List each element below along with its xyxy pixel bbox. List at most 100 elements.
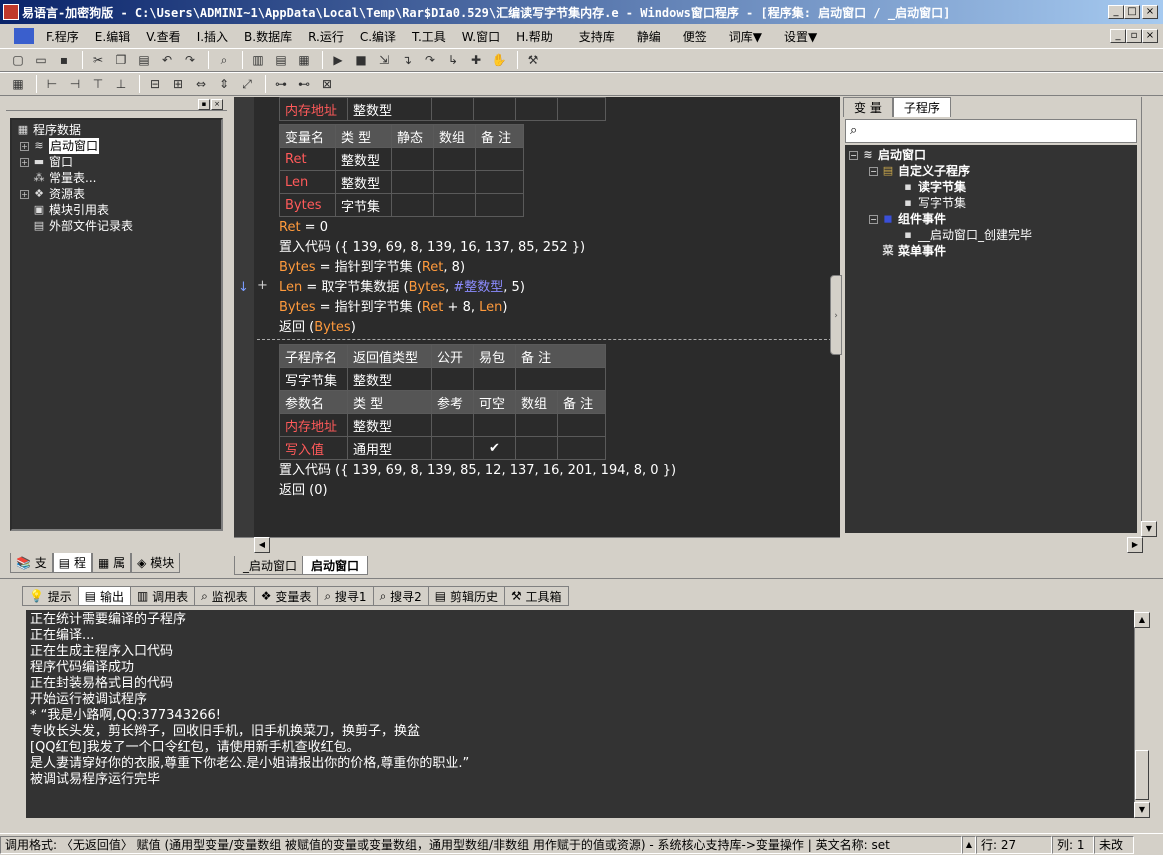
space-v-icon[interactable]: ⊷ xyxy=(294,74,314,94)
collapse-icon[interactable]: − xyxy=(849,150,858,160)
same-size-icon[interactable]: ⤢ xyxy=(237,74,257,94)
var-name-cell[interactable]: Bytes xyxy=(279,193,336,217)
tab-modules[interactable]: ◈ 模块 xyxy=(131,553,181,573)
find-icon[interactable]: ⌕ xyxy=(214,50,234,70)
code-line-current[interactable]: Len = 取字节集数据 (Bytes, #整数型, 5) xyxy=(279,278,525,298)
center-h-icon[interactable]: ⊟ xyxy=(145,74,165,94)
stop-icon[interactable]: ■ xyxy=(351,50,371,70)
undo-icon[interactable]: ↶ xyxy=(157,50,177,70)
open-icon[interactable]: ▭ xyxy=(31,50,51,70)
table-row[interactable]: Len 整数型 xyxy=(279,170,524,194)
output-scroll-thumb[interactable] xyxy=(1135,750,1149,800)
tab-watch[interactable]: ⌕ 监视表 xyxy=(194,586,255,606)
tab-properties[interactable]: ▦ 属 xyxy=(91,553,132,573)
table-row[interactable]: 写入值 通用型 ✔ xyxy=(279,436,606,460)
menu-help[interactable]: H.帮助 xyxy=(508,28,561,45)
menu-database[interactable]: B.数据库 xyxy=(236,28,300,45)
var-name-cell[interactable]: Ret xyxy=(279,147,336,171)
tree-node-component-events[interactable]: − ◼ 组件事件 xyxy=(845,211,1137,227)
save-icon[interactable]: ▪ xyxy=(54,50,74,70)
align-grid-icon[interactable]: ▦ xyxy=(8,74,28,94)
tab-clip-history[interactable]: ▤ 剪辑历史 xyxy=(427,586,505,606)
tab-support[interactable]: 📚 支 xyxy=(10,553,53,573)
tab-variable-table[interactable]: ❖ 变量表 xyxy=(253,586,319,606)
code-line[interactable]: 返回 (Bytes) xyxy=(279,318,356,338)
same-width-icon[interactable]: ⇔ xyxy=(191,74,211,94)
tree-node-menu-events[interactable]: 菜菜单事件 xyxy=(845,243,1137,259)
menu-settings[interactable]: 设置▼ xyxy=(776,28,825,45)
space-even-icon[interactable]: ⊠ xyxy=(317,74,337,94)
maximize-button[interactable]: □ xyxy=(1124,5,1140,19)
step-out-icon[interactable]: ↳ xyxy=(443,50,463,70)
same-height-icon[interactable]: ⇕ xyxy=(214,74,234,94)
table-row[interactable]: 内存地址 整数型 xyxy=(279,413,606,437)
align-left-icon[interactable]: ⊢ xyxy=(42,74,62,94)
hand-icon[interactable]: ✋ xyxy=(489,50,509,70)
code-line[interactable]: Ret = 0 xyxy=(279,218,328,238)
paste-icon[interactable]: ▤ xyxy=(134,50,154,70)
menu-view[interactable]: V.查看 xyxy=(138,28,188,45)
tree-node-read-bytes[interactable]: ▪ 读字节集 xyxy=(845,179,1137,195)
editor-hscrollbar[interactable] xyxy=(234,537,840,553)
table-row[interactable]: Bytes 字节集 xyxy=(279,193,524,217)
table-row[interactable]: Ret 整数型 xyxy=(279,147,524,171)
line-plus-icon[interactable]: + xyxy=(257,278,268,293)
var-type-cell[interactable]: 整数型 xyxy=(335,147,392,171)
tab-program[interactable]: ▤ 程 xyxy=(52,553,92,573)
space-h-icon[interactable]: ⊶ xyxy=(271,74,291,94)
param-type-cell[interactable]: 整数型 xyxy=(347,97,432,121)
var-name-cell[interactable]: Len xyxy=(279,170,336,194)
tab-search1[interactable]: ⌕ 搜寻1 xyxy=(317,586,374,606)
collapse-icon[interactable]: − xyxy=(869,166,878,176)
scroll-down-icon[interactable]: ▼ xyxy=(1134,802,1150,818)
tab-startup-window[interactable]: 启动窗口 xyxy=(302,556,369,575)
sub-return-cell[interactable]: 整数型 xyxy=(347,367,432,391)
code-line[interactable]: 置入代码 ({ 139, 69, 8, 139, 85, 12, 137, 16… xyxy=(279,461,676,481)
status-scroll-icon[interactable]: ▲ xyxy=(962,835,976,854)
layout2-icon[interactable]: ▤ xyxy=(271,50,291,70)
tool-icon[interactable]: ⚒ xyxy=(523,50,543,70)
subroutine-search-input[interactable]: ⌕ xyxy=(845,119,1137,143)
tab-search2[interactable]: ⌕ 搜寻2 xyxy=(372,586,429,606)
param-type-cell[interactable]: 整数型 xyxy=(347,413,432,437)
pane-close-button[interactable]: × xyxy=(211,99,223,110)
expand-icon[interactable]: + xyxy=(20,189,29,199)
step-into-icon[interactable]: ↴ xyxy=(397,50,417,70)
tab-call-stack[interactable]: ▥ 调用表 xyxy=(129,586,196,606)
app-icon[interactable] xyxy=(3,4,19,20)
align-right-icon[interactable]: ⊣ xyxy=(65,74,85,94)
expand-icon[interactable]: + xyxy=(20,157,29,167)
tab-startup-window-code[interactable]: _启动窗口 xyxy=(234,556,307,575)
tab-subroutines[interactable]: 子程序 xyxy=(892,97,951,117)
tab-output[interactable]: ▤ 输出 xyxy=(77,586,131,606)
run-icon[interactable]: ▶ xyxy=(328,50,348,70)
menu-static-compile[interactable]: 静编 xyxy=(629,28,669,45)
close-button[interactable]: × xyxy=(1142,5,1158,19)
collapse-panel-handle[interactable]: › xyxy=(830,275,842,355)
scroll-left-icon[interactable]: ◀ xyxy=(254,537,270,553)
breakpoint-icon[interactable]: ✚ xyxy=(466,50,486,70)
param-name-cell[interactable]: 内存地址 xyxy=(279,97,348,121)
code-line[interactable]: Bytes = 指针到字节集 (Ret + 8, Len) xyxy=(279,298,507,318)
menu-dictionary[interactable]: 词库▼ xyxy=(721,28,770,45)
mdi-minimize-button[interactable]: _ xyxy=(1110,29,1126,43)
menu-edit[interactable]: E.编辑 xyxy=(87,28,138,45)
collapse-icon[interactable]: − xyxy=(869,214,878,224)
new-file-icon[interactable]: ▢ xyxy=(8,50,28,70)
layout1-icon[interactable]: ▥ xyxy=(248,50,268,70)
pane-float-button[interactable]: ▪ xyxy=(198,99,210,110)
mdi-close-button[interactable]: × xyxy=(1142,29,1158,43)
tree-item-program-data[interactable]: ▦ 程序数据 xyxy=(16,122,217,138)
menu-window[interactable]: W.窗口 xyxy=(454,28,508,45)
layout3-icon[interactable]: ▦ xyxy=(294,50,314,70)
tree-item-startup-window[interactable]: + ≋ 启动窗口 xyxy=(16,138,217,154)
nullable-check-icon[interactable]: ✔ xyxy=(473,436,516,460)
cut-icon[interactable]: ✂ xyxy=(88,50,108,70)
sub-name-cell[interactable]: 写字节集 xyxy=(279,367,348,391)
copy-icon[interactable]: ❐ xyxy=(111,50,131,70)
doc-icon[interactable] xyxy=(14,28,34,44)
tab-toolbox[interactable]: ⚒ 工具箱 xyxy=(503,586,569,606)
var-type-cell[interactable]: 整数型 xyxy=(335,170,392,194)
tree-item-window[interactable]: + ▬ 窗口 xyxy=(16,154,217,170)
align-bottom-icon[interactable]: ⊥ xyxy=(111,74,131,94)
